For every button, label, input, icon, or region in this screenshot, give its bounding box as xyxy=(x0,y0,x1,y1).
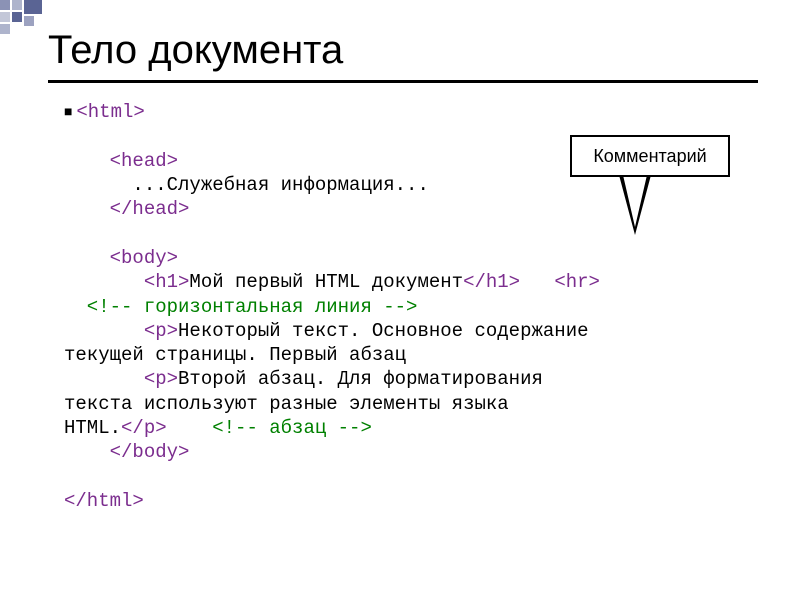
text-p2-line3: HTML. xyxy=(64,417,121,439)
bullet-icon: ■ xyxy=(64,103,76,119)
text-service-info: ...Служебная информация... xyxy=(64,174,429,196)
callout-comment-label: Комментарий xyxy=(570,135,730,177)
tag-head-close: </head> xyxy=(64,198,189,220)
tag-p2-open: <p> xyxy=(64,368,178,390)
tag-h1-close: </h1> xyxy=(463,271,520,293)
text-p2-line1: Второй абзац. Для форматирования xyxy=(178,368,543,390)
title-underline xyxy=(48,80,758,83)
tag-p1-open: <p> xyxy=(64,320,178,342)
tag-hr: <hr> xyxy=(554,271,600,293)
slide-title: Тело документа xyxy=(48,28,343,73)
callout-text: Комментарий xyxy=(593,146,706,167)
text-h1: Мой первый HTML документ xyxy=(189,271,463,293)
tag-html-close: </html> xyxy=(64,490,144,512)
text-p1-line2: текущей страницы. Первый абзац xyxy=(64,344,406,366)
tag-head-open: <head> xyxy=(64,150,178,172)
slide-corner-decoration xyxy=(0,0,44,36)
callout-pointer-fill xyxy=(623,175,647,227)
comment-horizontal-line: <!-- горизонтальная линия --> xyxy=(64,296,417,318)
tag-h1-open: <h1> xyxy=(64,271,189,293)
tag-p-close: </p> xyxy=(121,417,167,439)
tag-body-close: </body> xyxy=(64,441,189,463)
text-p2-line2: текста используют разные элементы языка xyxy=(64,393,509,415)
comment-paragraph: <!-- абзац --> xyxy=(212,417,372,439)
tag-body-open: <body> xyxy=(64,247,178,269)
tag-html-open: <html> xyxy=(76,101,144,123)
text-p1-line1: Некоторый текст. Основное содержание xyxy=(178,320,588,342)
